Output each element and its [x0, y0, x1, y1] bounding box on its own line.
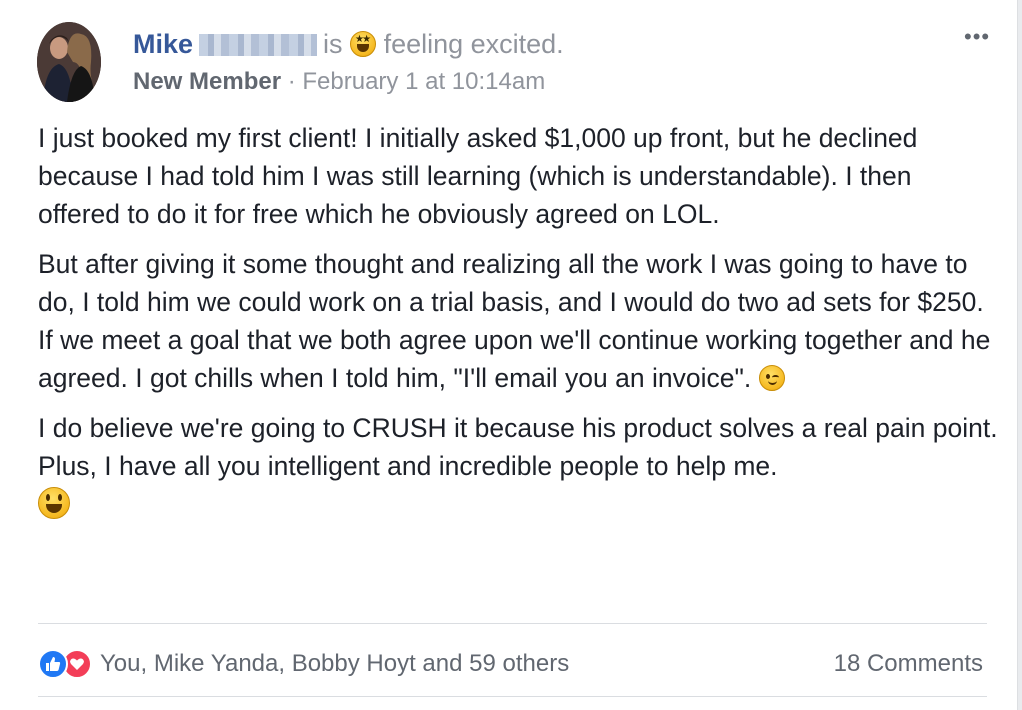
wink-emoji-icon [758, 365, 785, 391]
post-body: I just booked my first client! I initial… [38, 119, 998, 535]
star-struck-emoji-icon [350, 31, 377, 57]
avatar[interactable] [37, 22, 101, 102]
post-header-line: Mike is feeling excited. [133, 26, 564, 62]
post-paragraph: I do believe we're going to CRUSH it bec… [38, 409, 998, 523]
post-options-button[interactable]: ••• [964, 24, 990, 50]
member-badge: New Member [133, 68, 282, 95]
like-reaction-icon [38, 649, 68, 679]
avatar-photo [37, 22, 101, 102]
post-paragraph-text: I do believe we're going to CRUSH it bec… [38, 413, 998, 481]
post-paragraph: But after giving it some thought and rea… [38, 245, 998, 397]
feeling-verb: is [323, 29, 343, 59]
post-paragraph-text: But after giving it some thought and rea… [38, 249, 991, 393]
comments-count-link[interactable]: 18 Comments [834, 648, 983, 680]
divider [38, 696, 987, 697]
post-timestamp[interactable]: February 1 at 10:14am [302, 68, 545, 95]
reactions-summary[interactable]: You, Mike Yanda, Bobby Hoyt and 59 other… [38, 648, 569, 680]
post-header: Mike is feeling excited. New Member · Feb… [133, 26, 564, 98]
post-meta: New Member · February 1 at 10:14am [133, 66, 564, 98]
post-card: Mike is feeling excited. New Member · Feb… [0, 0, 1018, 710]
grin-emoji-icon [38, 487, 70, 519]
likers-text[interactable]: You, Mike Yanda, Bobby Hoyt and 59 other… [100, 648, 569, 680]
author-name[interactable]: Mike [133, 29, 193, 59]
divider [38, 623, 987, 624]
post-paragraph: I just booked my first client! I initial… [38, 119, 998, 233]
meta-separator: · [287, 68, 296, 95]
post-paragraph-text: I just booked my first client! I initial… [38, 123, 918, 229]
feeling-activity: feeling excited. [383, 29, 564, 59]
redacted-surname [199, 34, 318, 56]
